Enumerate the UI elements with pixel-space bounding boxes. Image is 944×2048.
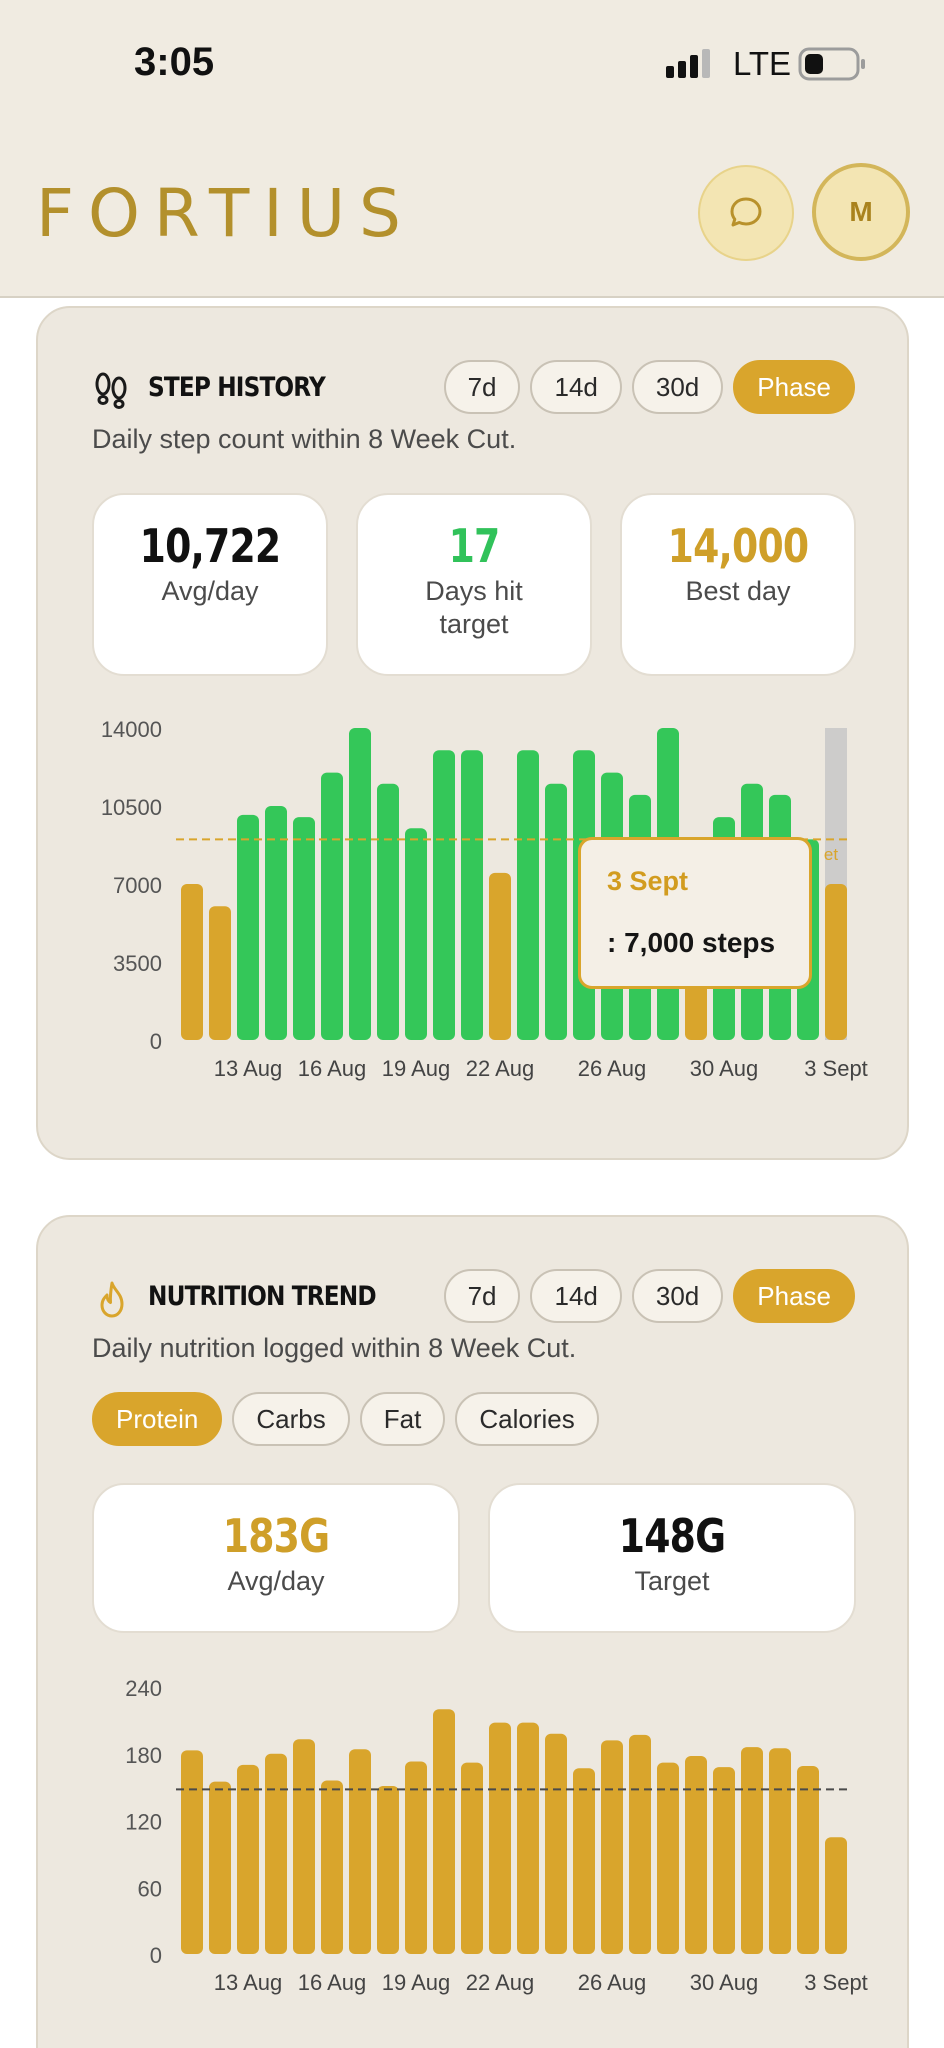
y-tick-label: 10500 (101, 795, 162, 820)
battery-icon (798, 47, 868, 86)
bar (433, 750, 455, 1040)
tooltip-steps: : 7,000 steps (607, 927, 776, 958)
steps-bar-chart: 0 3500 7000 10500 14000 13 Aug 16 Aug 19 Aug 22 … (101, 717, 868, 1081)
x-tick-label: 22 Aug (466, 1970, 535, 1995)
bar (181, 884, 203, 1040)
bar (769, 1748, 791, 1954)
signal-icon (666, 48, 716, 83)
y-tick-label: 0 (150, 1029, 162, 1054)
bar (209, 906, 231, 1040)
bar (405, 828, 427, 1040)
y-tick-label: 3500 (113, 951, 162, 976)
bar (517, 750, 539, 1040)
x-tick-label: 22 Aug (466, 1056, 535, 1081)
bar (377, 1786, 399, 1954)
x-tick-label: 30 Aug (690, 1970, 759, 1995)
bar (237, 1764, 259, 1954)
bar (433, 1709, 455, 1954)
x-tick-label: 16 Aug (298, 1970, 367, 1995)
x-tick-label: 3 Sept (804, 1970, 868, 1995)
bar (657, 1762, 679, 1954)
bar (265, 806, 287, 1040)
bar (489, 872, 511, 1040)
x-tick-label: 30 Aug (690, 1056, 759, 1081)
tooltip-date: 3 Sept (607, 866, 689, 896)
app-header: FORTIUS M (0, 130, 944, 298)
x-tick-label: 19 Aug (382, 1056, 451, 1081)
bar (545, 1733, 567, 1954)
x-tick-label: 3 Sept (804, 1056, 868, 1081)
bar (713, 1767, 735, 1954)
bar (489, 1722, 511, 1954)
bar (461, 750, 483, 1040)
nutrition-bar-chart: 0 60 120 180 240 13 Aug 16 Aug 19 Aug 22 Aug 26 A… (125, 1676, 868, 1995)
bar (349, 1749, 371, 1954)
chat-button[interactable] (698, 165, 794, 261)
x-tick-label: 26 Aug (578, 1970, 647, 1995)
bar (741, 1747, 763, 1954)
y-tick-label: 7000 (113, 873, 162, 898)
bar (685, 1755, 707, 1954)
bar (181, 1750, 203, 1954)
bar (825, 884, 847, 1040)
y-tick-label: 180 (125, 1743, 162, 1768)
y-tick-label: 240 (125, 1676, 162, 1701)
bar (461, 1762, 483, 1954)
y-tick-label: 120 (125, 1810, 162, 1835)
bar (517, 1722, 539, 1954)
bar (629, 1734, 651, 1954)
y-tick-label: 60 (138, 1876, 162, 1901)
bar (573, 1768, 595, 1954)
bar (209, 1781, 231, 1954)
x-tick-label: 13 Aug (214, 1056, 283, 1081)
bar (601, 1740, 623, 1954)
brand-logo: FORTIUS (36, 175, 415, 252)
x-tick-label: 13 Aug (214, 1970, 283, 1995)
x-tick-label: 26 Aug (578, 1056, 647, 1081)
bar (797, 1765, 819, 1954)
bar (265, 1753, 287, 1954)
bar (293, 1739, 315, 1954)
y-tick-label: 14000 (101, 717, 162, 742)
bar (321, 772, 343, 1040)
y-tick-label: 0 (150, 1943, 162, 1968)
bar (237, 814, 259, 1040)
bar (293, 817, 315, 1040)
bar (321, 1780, 343, 1954)
avatar[interactable]: M (812, 163, 910, 261)
network-label: LTE (733, 45, 792, 82)
chat-bubble-icon (730, 197, 762, 227)
bar (405, 1761, 427, 1954)
bar (825, 1837, 847, 1954)
x-tick-label: 16 Aug (298, 1056, 367, 1081)
avatar-initial: M (849, 196, 873, 227)
target-line-tag: et (824, 845, 838, 864)
bar (545, 783, 567, 1040)
step-history-card: STEP HISTORY 7d 14d 30d Phase Daily step… (36, 306, 909, 1160)
status-bar: 3:05 LTE (0, 0, 944, 130)
bar (349, 728, 371, 1040)
chart-tooltip: 3 Sept : 7,000 steps (578, 837, 812, 989)
nutrition-trend-card: NUTRITION TREND 7d 14d 30d Phase Daily n… (36, 1215, 909, 2048)
x-tick-label: 19 Aug (382, 1970, 451, 1995)
status-time: 3:05 (134, 40, 215, 84)
bar (377, 783, 399, 1040)
